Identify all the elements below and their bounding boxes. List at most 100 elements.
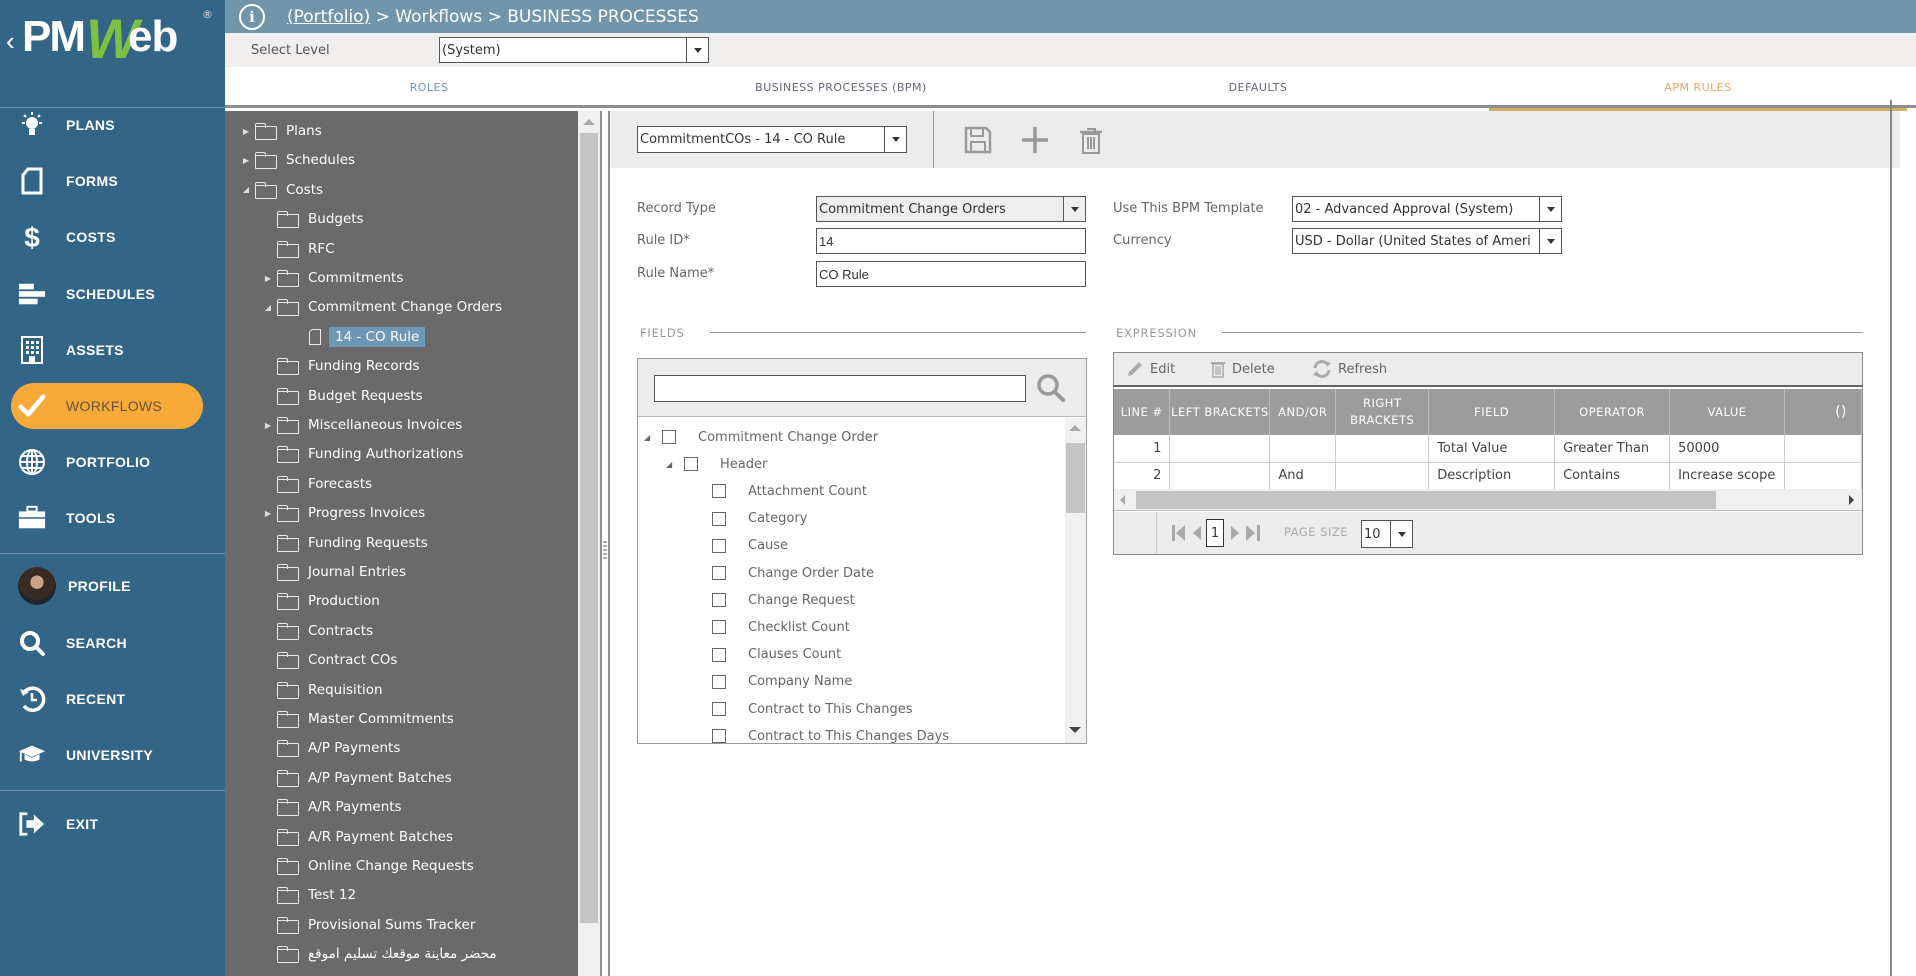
tree-item[interactable]: ▶ Progress Invoices bbox=[263, 501, 425, 525]
breadcrumb-portfolio-link[interactable]: (Portfolio) bbox=[287, 7, 370, 27]
sidebar-item-schedules[interactable]: SCHEDULES bbox=[0, 271, 225, 317]
add-icon[interactable] bbox=[1020, 125, 1050, 155]
panel-splitter[interactable] bbox=[600, 111, 610, 976]
field-item[interactable]: ◢ Header bbox=[666, 452, 767, 476]
scroll-thumb[interactable] bbox=[580, 133, 598, 923]
cell-left[interactable] bbox=[1169, 462, 1271, 490]
tree-item[interactable]: Contracts bbox=[263, 619, 373, 643]
field-checkbox[interactable] bbox=[712, 702, 726, 716]
tree-item[interactable]: Production bbox=[263, 589, 380, 613]
cell-andor[interactable]: And bbox=[1269, 462, 1337, 490]
record-type-dropdown[interactable]: Commitment Change Orders bbox=[816, 196, 1086, 222]
field-checkbox[interactable] bbox=[712, 620, 726, 635]
tab-roles[interactable]: ROLES bbox=[225, 67, 633, 108]
search-icon[interactable] bbox=[1036, 373, 1066, 407]
tree-item[interactable]: A/P Payments bbox=[263, 736, 400, 760]
tree-item[interactable]: ▶ Miscellaneous Invoices bbox=[263, 413, 462, 437]
info-icon[interactable]: i bbox=[239, 3, 265, 30]
bpm-template-dropdown[interactable]: 02 - Advanced Approval (System) bbox=[1292, 196, 1562, 222]
cell-paren[interactable] bbox=[1784, 462, 1862, 490]
sidebar-item-workflows[interactable]: WORKFLOWS bbox=[0, 383, 225, 429]
splitter-grip-icon[interactable] bbox=[603, 541, 607, 561]
scroll-right-icon[interactable] bbox=[1849, 495, 1854, 505]
col-parens[interactable]: () bbox=[1784, 389, 1862, 435]
field-item[interactable]: Checklist Count bbox=[694, 615, 850, 639]
pmweb-logo[interactable]: ‹ PM W eb ® bbox=[6, 7, 216, 70]
tree-item[interactable]: Online Change Requests bbox=[263, 854, 474, 878]
field-item[interactable]: Cause bbox=[694, 534, 788, 558]
tab-business-processes[interactable]: BUSINESS PROCESSES (BPM) bbox=[633, 67, 1049, 108]
col-operator[interactable]: OPERATOR bbox=[1554, 389, 1671, 435]
field-checkbox[interactable] bbox=[712, 566, 726, 580]
tree-item[interactable]: ▶ Schedules bbox=[241, 148, 355, 172]
cell-operator[interactable]: Greater Than bbox=[1554, 435, 1671, 463]
cell-andor[interactable] bbox=[1269, 435, 1337, 463]
tree-item[interactable]: A/P Payment Batches bbox=[263, 766, 452, 790]
scroll-thumb[interactable] bbox=[1136, 491, 1716, 509]
tree-item[interactable]: Funding Requests bbox=[263, 531, 428, 555]
field-checkbox[interactable] bbox=[712, 538, 726, 553]
table-row[interactable]: 1 Total Value Greater Than 50000 bbox=[1114, 435, 1862, 463]
tree-item[interactable]: Budget Requests bbox=[263, 384, 423, 408]
tab-defaults[interactable]: DEFAULTS bbox=[1049, 67, 1467, 108]
field-item[interactable]: Change Order Date bbox=[694, 561, 874, 585]
expand-arrow-icon[interactable]: ▶ bbox=[241, 156, 251, 165]
cell-value[interactable]: 50000 bbox=[1669, 435, 1786, 463]
collapse-arrow-icon[interactable]: ◢ bbox=[263, 303, 273, 312]
field-checkbox[interactable] bbox=[684, 457, 698, 472]
edit-button[interactable]: Edit bbox=[1126, 353, 1175, 385]
cell-line[interactable]: 1 bbox=[1114, 435, 1171, 463]
col-right-brackets[interactable]: RIGHT BRACKETS bbox=[1335, 389, 1430, 435]
sidebar-item-exit[interactable]: EXIT bbox=[0, 801, 225, 847]
fields-scrollbar[interactable] bbox=[1065, 418, 1086, 743]
scroll-down-icon[interactable] bbox=[1069, 727, 1081, 733]
tree-item[interactable]: Requisition bbox=[263, 678, 383, 702]
field-item[interactable]: Clauses Count bbox=[694, 643, 841, 667]
scroll-up-icon[interactable] bbox=[583, 119, 595, 125]
tab-apm-rules[interactable]: APM RULES bbox=[1489, 67, 1907, 111]
page-size-dropdown[interactable]: 10 bbox=[1361, 520, 1413, 548]
sidebar-item-assets[interactable]: ASSETS bbox=[0, 327, 225, 373]
tree-item-rule[interactable]: 14 - CO Rule bbox=[285, 325, 426, 349]
scroll-thumb[interactable] bbox=[1066, 443, 1085, 513]
back-chevron-icon[interactable]: ‹ bbox=[6, 26, 15, 57]
sidebar-item-portfolio[interactable]: PORTFOLIO bbox=[0, 439, 225, 485]
field-item[interactable]: Change Request bbox=[694, 588, 855, 612]
expand-arrow-icon[interactable]: ▶ bbox=[263, 274, 273, 283]
rule-id-input[interactable] bbox=[816, 228, 1086, 254]
tree-item[interactable]: ▶ Commitments bbox=[263, 266, 403, 290]
field-checkbox[interactable] bbox=[662, 430, 676, 444]
field-item[interactable]: ◢ Commitment Change Order bbox=[644, 425, 878, 449]
fields-search-input[interactable] bbox=[654, 375, 1026, 402]
table-row[interactable]: 2 And Description Contains Increase scope bbox=[1114, 462, 1862, 490]
tree-item[interactable]: Test 12 bbox=[263, 883, 356, 907]
expand-arrow-icon[interactable]: ▶ bbox=[263, 421, 273, 430]
col-and-or[interactable]: AND/OR bbox=[1269, 389, 1337, 435]
cell-right[interactable] bbox=[1335, 462, 1430, 490]
collapse-arrow-icon[interactable]: ◢ bbox=[241, 185, 251, 194]
cell-field[interactable]: Description bbox=[1428, 462, 1556, 490]
expand-arrow-icon[interactable]: ▶ bbox=[263, 509, 273, 518]
chevron-down-icon[interactable] bbox=[1063, 197, 1085, 221]
current-page-input[interactable]: 1 bbox=[1206, 519, 1224, 547]
col-field[interactable]: FIELD bbox=[1428, 389, 1556, 435]
tree-item[interactable]: Journal Entries bbox=[263, 560, 406, 584]
sidebar-item-tools[interactable]: TOOLS bbox=[0, 495, 225, 541]
field-checkbox[interactable] bbox=[712, 729, 726, 744]
sidebar-item-university[interactable]: UNIVERSITY bbox=[0, 732, 225, 778]
scroll-left-icon[interactable] bbox=[1120, 495, 1125, 505]
delete-icon[interactable] bbox=[1076, 125, 1106, 155]
cell-field[interactable]: Total Value bbox=[1428, 435, 1556, 463]
sidebar-item-recent[interactable]: RECENT bbox=[0, 676, 225, 722]
cell-left[interactable] bbox=[1169, 435, 1271, 463]
currency-dropdown[interactable]: USD - Dollar (United States of Ameri bbox=[1292, 228, 1562, 254]
cell-paren[interactable] bbox=[1784, 435, 1862, 463]
rule-name-input[interactable] bbox=[816, 261, 1086, 287]
tree-item[interactable]: Budgets bbox=[263, 207, 364, 231]
rule-select-dropdown[interactable]: CommitmentCOs - 14 - CO Rule bbox=[637, 126, 907, 153]
chevron-down-icon[interactable] bbox=[1539, 197, 1561, 221]
refresh-button[interactable]: Refresh bbox=[1312, 353, 1387, 385]
tree-item[interactable]: محضر معاينة موقعك تسليم اموقع bbox=[263, 942, 497, 966]
next-page-icon[interactable] bbox=[1231, 525, 1240, 541]
save-icon[interactable] bbox=[963, 125, 993, 155]
